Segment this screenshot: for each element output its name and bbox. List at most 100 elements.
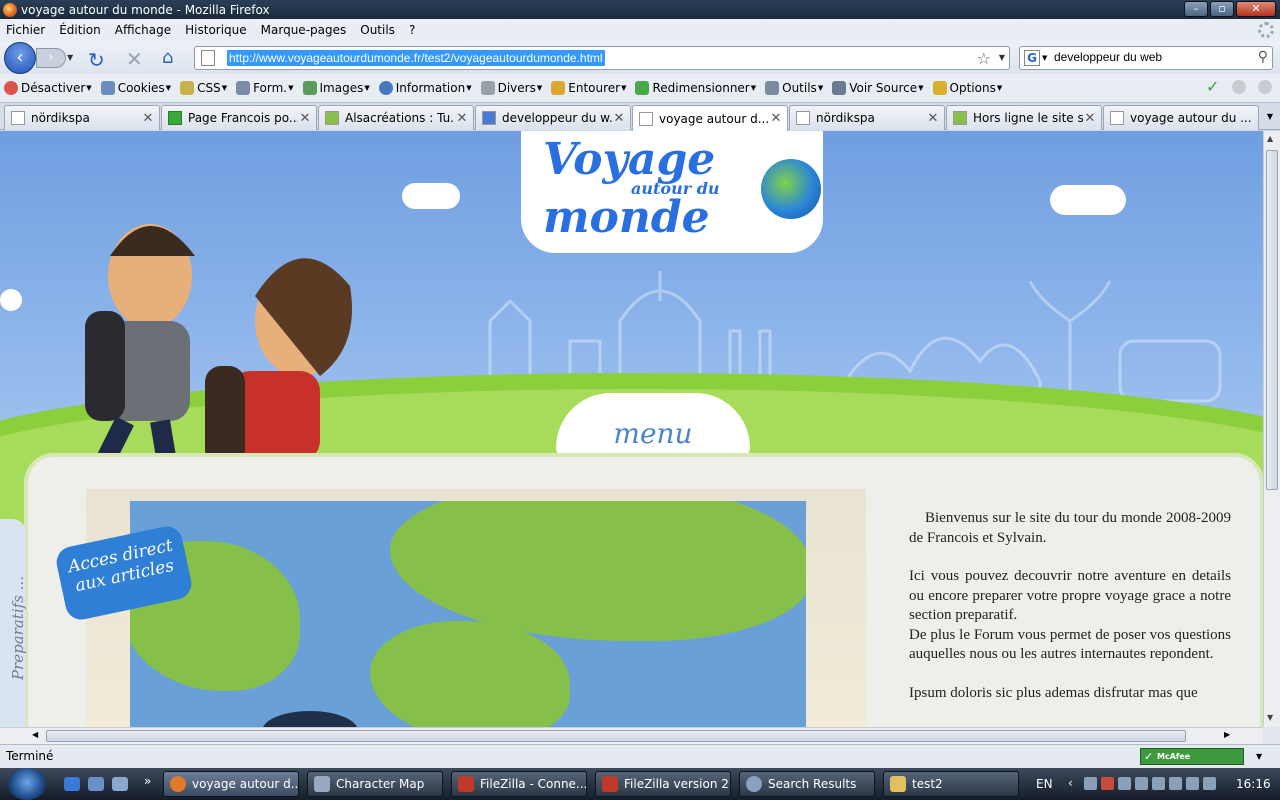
tab-close-icon[interactable]: ✕	[612, 111, 626, 126]
google-icon[interactable]: G	[1024, 50, 1040, 66]
taskbar-character-map[interactable]: Character Map	[307, 771, 443, 797]
tab-close-icon[interactable]: ✕	[769, 111, 783, 126]
dev-information[interactable]: Information ▼	[378, 81, 472, 95]
tray-icon[interactable]	[1101, 777, 1114, 790]
reload-icon[interactable]: ↻	[88, 48, 105, 72]
scroll-right-arrow-icon[interactable]: ▶	[1224, 730, 1230, 739]
cloud	[0, 289, 22, 311]
network-icon[interactable]	[1186, 777, 1199, 790]
tab-close-icon[interactable]: ✕	[455, 111, 469, 126]
tab-close-icon[interactable]: ✕	[298, 111, 312, 126]
horizontal-scrollbar[interactable]: ◀ ▶	[0, 727, 1263, 744]
back-button[interactable]: ‹	[4, 42, 36, 74]
home-icon[interactable]: ⌂	[162, 47, 173, 68]
menu-affichage[interactable]: Affichage	[115, 23, 171, 37]
tray-icon[interactable]	[1135, 777, 1148, 790]
url-text[interactable]: http://www.voyageautourdumonde.fr/test2/…	[227, 50, 605, 66]
taskbar-filezilla-1[interactable]: FileZilla - Conne...	[451, 771, 587, 797]
tray-icon[interactable]	[1084, 777, 1097, 790]
search-bar[interactable]: G ▼ ⚲	[1019, 46, 1273, 70]
url-bar[interactable]: http://www.voyageautourdumonde.fr/test2/…	[194, 46, 1010, 70]
dev-entourer[interactable]: Entourer ▼	[551, 81, 626, 95]
stop-icon[interactable]: ✕	[126, 47, 143, 71]
menu-help[interactable]: ?	[409, 23, 415, 37]
dev-images[interactable]: Images ▼	[302, 81, 370, 95]
tab-page-icon	[639, 111, 653, 126]
close-button[interactable]: ✕	[1236, 1, 1276, 17]
tab-5-active[interactable]: voyage autour d... ✕	[632, 105, 788, 131]
start-button[interactable]	[8, 768, 46, 800]
language-indicator[interactable]: EN	[1036, 777, 1053, 791]
url-dropdown-icon[interactable]: ▼	[999, 53, 1005, 62]
tab-8[interactable]: voyage autour du ...	[1103, 105, 1259, 130]
tray-icon[interactable]	[1118, 777, 1131, 790]
tab-6[interactable]: nördikspa ✕	[789, 105, 945, 130]
taskbar-filezilla-2[interactable]: FileZilla version 2...	[595, 771, 731, 797]
bookmark-star-icon[interactable]: ☆	[977, 49, 991, 68]
js-status-icon[interactable]	[1258, 80, 1272, 94]
menu-marque-pages[interactable]: Marque-pages	[261, 23, 347, 37]
scroll-left-arrow-icon[interactable]: ◀	[32, 730, 38, 739]
search-input[interactable]	[1054, 50, 1250, 64]
tray-expand-icon[interactable]: ‹	[1068, 776, 1073, 790]
minimize-button[interactable]: –	[1184, 1, 1208, 17]
dev-form[interactable]: Form. ▼	[236, 81, 294, 95]
scroll-up-arrow-icon[interactable]: ▲	[1267, 134, 1273, 143]
list-all-tabs-icon[interactable]: ▼	[1262, 107, 1278, 127]
menu-fichier[interactable]: Fichier	[6, 23, 45, 37]
tab-3[interactable]: Alsacréations : Tu... ✕	[318, 105, 474, 130]
cloud	[402, 183, 460, 209]
valid-check-icon[interactable]: ✓	[1206, 79, 1220, 95]
taskbar-test2-folder[interactable]: test2	[883, 771, 1019, 797]
engine-dropdown-icon[interactable]: ▼	[1042, 54, 1047, 62]
vertical-scrollbar[interactable]: ▲ ▼	[1263, 131, 1280, 727]
menu-historique[interactable]: Historique	[185, 23, 247, 37]
dev-outils[interactable]: Outils ▼	[765, 81, 823, 95]
system-tray: EN ‹ 16:16	[1030, 768, 1280, 800]
search-icon[interactable]: ⚲	[1258, 49, 1268, 65]
dev-css[interactable]: CSS ▼	[180, 81, 227, 95]
tab-plus-icon	[168, 111, 182, 125]
css-status-icon[interactable]	[1232, 80, 1246, 94]
scroll-down-arrow-icon[interactable]: ▼	[1267, 713, 1273, 722]
preparatifs-side-tab[interactable]: Preparatifs ...	[0, 519, 27, 727]
clock[interactable]: 16:16	[1236, 777, 1271, 791]
dev-desactiver[interactable]: Désactiver ▼	[4, 81, 92, 95]
desktop-quicklaunch-icon[interactable]	[88, 777, 104, 791]
volume-icon[interactable]	[1203, 777, 1216, 790]
ie-quicklaunch-icon[interactable]	[64, 777, 80, 791]
world-map[interactable]	[130, 501, 806, 727]
menu-edition[interactable]: Édition	[59, 23, 101, 37]
tray-icon[interactable]	[1169, 777, 1182, 790]
tab-close-icon[interactable]: ✕	[141, 111, 155, 126]
tray-icon[interactable]	[1152, 777, 1165, 790]
quicklaunch-more-icon[interactable]: »	[144, 774, 151, 788]
menu-button[interactable]: menu	[556, 393, 750, 457]
menu-outils[interactable]: Outils	[360, 23, 395, 37]
vertical-scroll-thumb[interactable]	[1266, 150, 1278, 490]
mcafee-siteadvisor-button[interactable]: McAfee SiteAdvisor	[1140, 748, 1244, 776]
taskbar-search-results[interactable]: Search Results	[739, 771, 875, 797]
dev-cookies[interactable]: Cookies ▼	[100, 81, 171, 95]
site-logo[interactable]: Voyage autour du monde .fR	[521, 131, 823, 253]
siteadvisor-dropdown-icon[interactable]: ▼	[1256, 752, 1262, 761]
tab-close-icon[interactable]: ✕	[926, 111, 940, 126]
tab-1[interactable]: nördikspa ✕	[4, 105, 160, 130]
tab-close-icon[interactable]: ✕	[1083, 111, 1097, 126]
dev-voir-source[interactable]: Voir Source ▼	[832, 81, 924, 95]
switch-windows-quicklaunch-icon[interactable]	[112, 777, 128, 791]
dev-redimensionner[interactable]: Redimensionner ▼	[635, 81, 756, 95]
history-dropdown-icon[interactable]: ▼	[67, 53, 73, 62]
maximize-button[interactable]: ▫	[1210, 1, 1234, 17]
forward-button[interactable]: ›	[36, 48, 66, 68]
dev-options[interactable]: Options ▼	[932, 81, 1002, 95]
cloud	[1050, 185, 1126, 215]
taskbar-firefox[interactable]: voyage autour d...	[163, 771, 299, 797]
windows-taskbar: » voyage autour d... Character Map FileZ…	[0, 768, 1280, 800]
tab-4[interactable]: developpeur du w... ✕	[475, 105, 631, 130]
horizontal-scroll-thumb[interactable]	[46, 730, 1186, 742]
dev-divers[interactable]: Divers ▼	[480, 81, 542, 95]
tab-7[interactable]: Hors ligne le site s... ✕	[946, 105, 1102, 130]
map-landmass	[390, 501, 806, 641]
tab-2[interactable]: Page Francois po... ✕	[161, 105, 317, 130]
